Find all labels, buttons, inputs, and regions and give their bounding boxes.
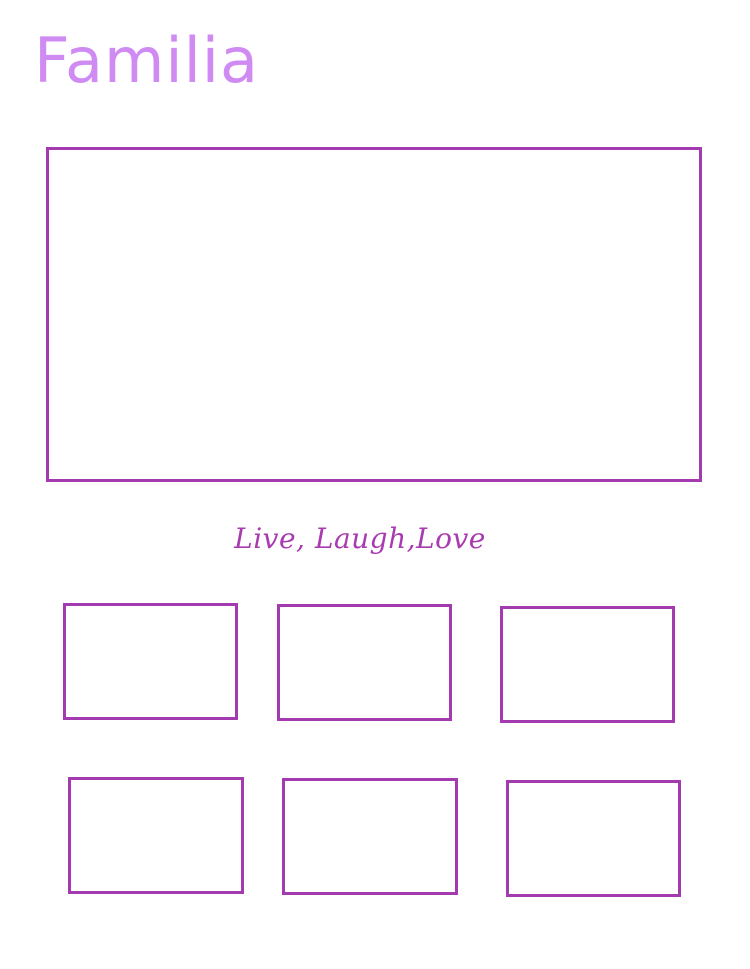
page-title: Familia xyxy=(34,24,260,97)
photo-frame-6[interactable] xyxy=(506,780,681,897)
tagline: Live, Laugh,Love xyxy=(234,522,486,555)
photo-frame-2[interactable] xyxy=(277,604,452,721)
photo-frame-3[interactable] xyxy=(500,606,675,723)
photo-frame-5[interactable] xyxy=(282,778,458,895)
photo-frame-4[interactable] xyxy=(68,777,244,894)
main-photo-frame[interactable] xyxy=(46,147,702,482)
photo-frame-1[interactable] xyxy=(63,603,238,720)
